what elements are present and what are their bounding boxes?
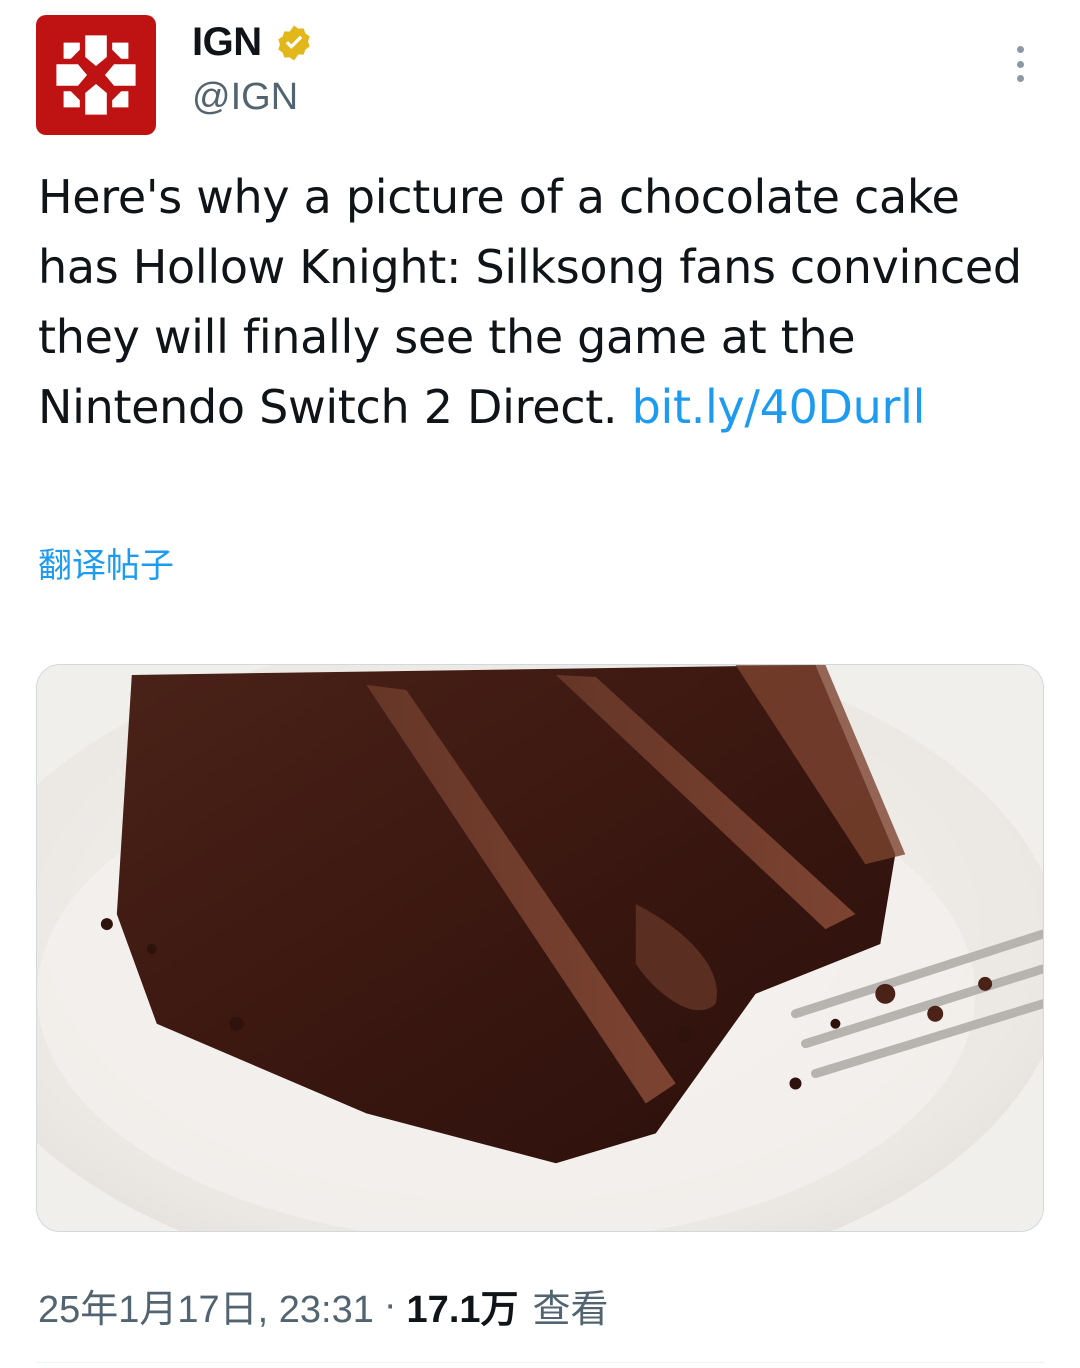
gold-verified-badge-icon[interactable]: [274, 23, 314, 63]
timestamp[interactable]: 25年1月17日, 23:31: [38, 1278, 374, 1333]
meta-separator: ·: [383, 1284, 397, 1326]
more-options-icon[interactable]: [1005, 44, 1035, 84]
more-dot: [1016, 46, 1024, 53]
author-name-row: IGN: [192, 20, 314, 65]
tweet-meta: 25年1月17日, 23:31 · 17.1万 查看: [38, 1278, 609, 1333]
display-name[interactable]: IGN: [192, 20, 262, 65]
author-handle[interactable]: @IGN: [192, 76, 298, 119]
more-dot: [1016, 60, 1024, 68]
translate-post-link[interactable]: 翻译帖子: [38, 538, 174, 587]
tweet-link[interactable]: bit.ly/40Durll: [632, 380, 926, 434]
view-label: 查看: [532, 1289, 609, 1331]
ign-logo-icon: [56, 35, 136, 115]
divider: [36, 1362, 1044, 1363]
tweet-card: IGN @IGN Here's why a picture of a choco…: [0, 0, 1080, 1368]
chocolate-cake-photo: [37, 665, 1043, 1231]
media-image[interactable]: [36, 664, 1044, 1232]
tweet-text: Here's why a picture of a chocolate cake…: [38, 162, 1038, 442]
view-count[interactable]: 17.1万: [407, 1278, 519, 1333]
more-dot: [1016, 75, 1024, 82]
avatar[interactable]: [36, 15, 156, 135]
